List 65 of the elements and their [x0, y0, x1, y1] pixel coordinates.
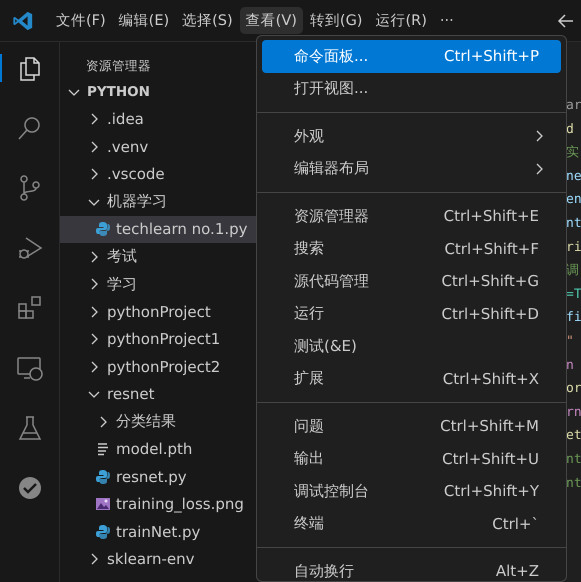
menu-item[interactable]: ··· [434, 8, 460, 32]
tree-label: techlearn no.1.py [116, 220, 248, 238]
shortcut-text: Ctrl+Shift+P [444, 47, 539, 66]
code-text: nt [566, 216, 581, 231]
code-text: nt [566, 452, 581, 467]
code-text: =T [566, 286, 581, 302]
shortcut-text: Ctrl+Shift+X [442, 370, 539, 388]
tree-label: resnet [107, 385, 154, 404]
image-file-icon [95, 496, 111, 512]
python-file-icon [95, 524, 111, 540]
tree-label: PYTHON [87, 84, 150, 100]
panel-title: 资源管理器 [85, 57, 152, 75]
code-text: et [566, 428, 581, 444]
code-text: 调 [566, 263, 579, 278]
tree-label: sklearn-env [107, 550, 195, 568]
menu-item[interactable]: 查看(V) [240, 7, 303, 34]
menu-item[interactable]: 文件(F) [50, 7, 112, 34]
tree-label: 学习 [107, 274, 137, 294]
code-text: ri [566, 240, 581, 255]
code-text: ne [566, 168, 581, 184]
code-text: " [566, 334, 574, 349]
tree-label: resnet.py [116, 468, 187, 486]
tree-label: training_loss.png [116, 495, 244, 514]
menu-item[interactable]: 选择(S) [176, 7, 239, 34]
code-text: n [566, 358, 574, 373]
python-file-icon [95, 221, 111, 238]
tree-label: 分类结果 [116, 412, 176, 432]
code-text: ar [566, 98, 581, 113]
code-text: 实 [566, 145, 579, 160]
chevron-right-icon [535, 129, 545, 144]
tree-label: .idea [107, 110, 144, 128]
tree-label: trainNet.py [116, 522, 200, 541]
menu-item[interactable]: 编辑(E) [112, 7, 176, 34]
tree-label: .vscode [107, 165, 165, 184]
chevron-right-icon [535, 162, 545, 176]
code-text: or [566, 381, 581, 396]
tree-label: 考试 [107, 247, 137, 266]
shortcut-text: Ctrl+Shift+M [440, 417, 539, 436]
code-text: en [566, 192, 581, 208]
code-text: fi [566, 310, 581, 326]
shortcut-text: Ctrl+Shift+D [442, 304, 539, 323]
python-file-icon [95, 468, 111, 485]
code-text: rn [566, 404, 581, 420]
code-text: d [566, 122, 574, 137]
shortcut-text: Ctrl+Shift+Y [444, 482, 539, 500]
back-arrow-icon[interactable] [557, 12, 575, 30]
tree-label: 机器学习 [107, 192, 167, 212]
tree-label: pythonProject [107, 302, 211, 321]
menu-item[interactable]: 转到(G) [304, 7, 368, 34]
shortcut-text: Ctrl+Shift+F [444, 240, 539, 258]
text-file-icon [95, 441, 111, 458]
shortcut-text: Ctrl+` [492, 514, 539, 533]
code-text: nt [566, 476, 581, 490]
tree-label: model.pth [116, 440, 192, 458]
tree-label: .venv [107, 138, 148, 156]
shortcut-text: Alt+Z [496, 562, 539, 580]
menu-option[interactable]: 命令面板... Ctrl+Shift+P [262, 40, 561, 72]
shortcut-text: Ctrl+Shift+U [442, 450, 539, 468]
menu-item[interactable]: 运行(R) [369, 7, 433, 34]
tree-label: pythonProject2 [107, 358, 220, 376]
tree-label: pythonProject1 [107, 330, 220, 348]
shortcut-text: Ctrl+Shift+E [444, 207, 539, 226]
app-logo-icon [12, 10, 34, 32]
extensions-icon[interactable] [16, 294, 44, 322]
shortcut-text: Ctrl+Shift+G [441, 272, 539, 290]
